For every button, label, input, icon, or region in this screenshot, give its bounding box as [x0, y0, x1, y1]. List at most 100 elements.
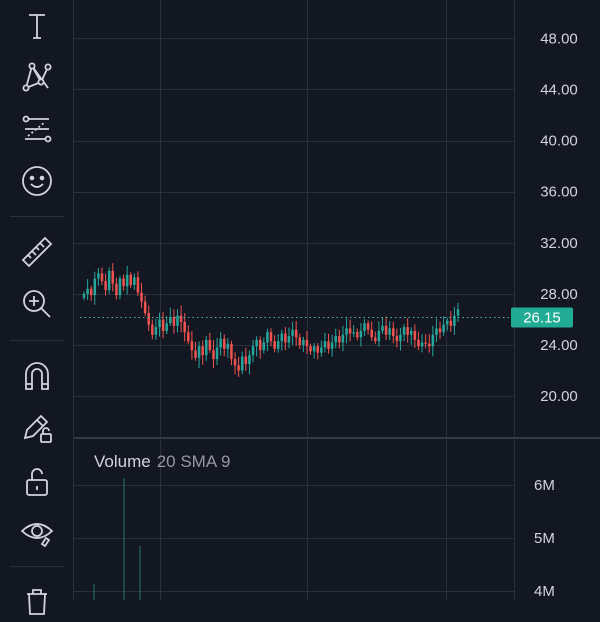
candle	[363, 319, 366, 336]
candle	[417, 331, 420, 351]
price-axis-label: 28.00	[540, 286, 578, 303]
candle-body	[276, 341, 280, 349]
candle-body	[395, 336, 399, 342]
candle-body	[100, 273, 104, 282]
candle	[82, 291, 86, 301]
candle-body	[424, 342, 427, 344]
hide-drawings-button[interactable]	[12, 510, 62, 554]
candle	[151, 319, 154, 340]
candle-body	[417, 339, 420, 347]
candle	[449, 311, 453, 332]
candle-body	[215, 347, 219, 360]
current-price-badge: 26.15	[511, 307, 573, 328]
eye-icon	[20, 523, 54, 548]
candle	[122, 274, 125, 291]
candle-body	[388, 328, 391, 335]
candle-body	[133, 277, 136, 285]
candle-body	[377, 330, 381, 342]
candle-body	[298, 337, 302, 345]
price-chart-pane[interactable]: 48.00 44.00 40.00 36.00 32.00 28.00 24.00 20.00…	[74, 0, 600, 437]
candle-body	[251, 346, 255, 356]
magnet-tool-button[interactable]	[12, 354, 62, 398]
candle	[111, 263, 115, 292]
candle-body	[86, 288, 89, 294]
candle	[97, 268, 100, 286]
candle-body	[363, 323, 366, 331]
candle-body	[226, 343, 230, 349]
candle-body	[438, 328, 442, 333]
candle-body	[341, 334, 345, 343]
volume-params: 20 SMA 9	[156, 452, 231, 471]
candle-body	[320, 347, 323, 353]
pencil-lock-icon	[23, 414, 52, 443]
candle	[266, 328, 269, 352]
candle	[190, 331, 194, 360]
candle	[255, 336, 258, 357]
price-axis-label: 24.00	[540, 337, 578, 354]
candle	[244, 347, 248, 372]
candle-body	[194, 350, 197, 358]
candle-body	[233, 359, 237, 366]
volume-legend[interactable]: Volume 20 SMA 9	[94, 452, 230, 472]
candle	[215, 337, 219, 366]
candle	[356, 328, 359, 341]
lock-all-button[interactable]	[12, 460, 62, 504]
candle	[291, 321, 294, 346]
candle	[140, 282, 143, 308]
candle	[169, 307, 172, 327]
remove-drawings-button[interactable]	[12, 578, 62, 622]
candle-body	[125, 274, 129, 287]
measure-tool-button[interactable]	[12, 230, 62, 274]
candle-body	[255, 339, 258, 347]
candle	[402, 324, 406, 342]
candle-body	[230, 343, 233, 360]
candle-body	[258, 339, 262, 351]
candle-body	[370, 329, 373, 338]
candle	[273, 335, 276, 353]
candle	[341, 325, 345, 352]
lock-drawings-button[interactable]	[12, 406, 62, 450]
candle	[201, 340, 204, 365]
candle-body	[431, 334, 435, 347]
candle-body	[345, 328, 348, 335]
candle	[262, 337, 266, 354]
candle	[233, 352, 237, 375]
candle	[413, 324, 417, 348]
candle	[129, 272, 133, 288]
candle-body	[384, 325, 388, 335]
candle-body	[366, 323, 370, 330]
zoom-tool-button[interactable]	[12, 282, 62, 326]
volume-axis-label: 4M	[534, 583, 555, 600]
candle-body	[172, 316, 176, 326]
price-axis-label: 20.00	[540, 388, 578, 405]
candle	[284, 326, 287, 351]
candle	[435, 318, 438, 343]
drawing-toolbar	[0, 0, 73, 615]
text-tool-button[interactable]	[12, 4, 62, 48]
candle	[427, 334, 431, 353]
toolbar-separator	[10, 216, 64, 217]
candle	[330, 334, 334, 357]
candle-body	[129, 274, 133, 285]
candle	[212, 340, 215, 369]
candle	[280, 329, 284, 351]
candle	[208, 332, 212, 353]
candle	[298, 333, 302, 350]
candle	[442, 316, 445, 336]
candle-body	[262, 342, 266, 351]
price-axis-label: 40.00	[540, 133, 578, 150]
candle	[269, 328, 273, 347]
candle	[420, 333, 424, 353]
prediction-tool-button[interactable]	[12, 107, 62, 151]
emoji-tool-button[interactable]	[12, 159, 62, 203]
candle	[172, 309, 176, 334]
candle-body	[456, 309, 460, 316]
candle-body	[435, 328, 438, 335]
candle-body	[212, 350, 215, 360]
candle-body	[316, 346, 320, 353]
text-icon	[29, 14, 45, 39]
candle-body	[237, 365, 240, 371]
price-chart[interactable]: 48.00 44.00 40.00 36.00 32.00 28.00 24.00 20.00…	[74, 0, 600, 437]
pattern-tool-button[interactable]	[12, 54, 62, 98]
smiley-icon	[22, 166, 52, 196]
